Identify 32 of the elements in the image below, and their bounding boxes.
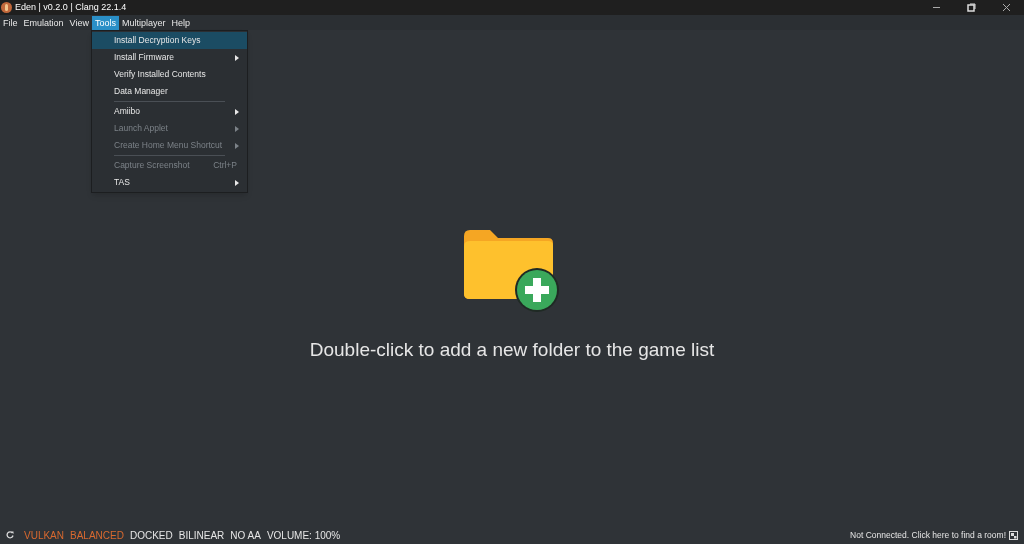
app-logo-icon bbox=[1, 2, 12, 13]
window-title: Eden | v0.2.0 | Clang 22.1.4 bbox=[15, 0, 127, 14]
close-icon[interactable] bbox=[1002, 3, 1011, 12]
submenu-arrow-icon bbox=[235, 125, 239, 132]
network-status[interactable]: Not Connected. Click here to find a room! bbox=[850, 528, 1006, 542]
dropdown-item[interactable]: Amiibo bbox=[92, 103, 247, 120]
status-indicator[interactable]: DOCKED bbox=[129, 527, 173, 543]
empty-list-message: Double-click to add a new folder to the game list bbox=[309, 337, 715, 362]
add-folder-icon bbox=[464, 227, 560, 312]
submenu-arrow-icon bbox=[235, 179, 239, 186]
restore-icon[interactable] bbox=[967, 3, 976, 12]
dropdown-item[interactable]: Install Decryption Keys bbox=[92, 32, 247, 49]
menu-item[interactable]: File bbox=[0, 15, 21, 30]
status-indicator[interactable]: NO AA bbox=[230, 527, 261, 543]
submenu-arrow-icon bbox=[235, 108, 239, 115]
status-indicator[interactable]: VULKAN bbox=[24, 527, 64, 543]
menu-item[interactable]: Tools bbox=[91, 15, 119, 30]
dropdown-item[interactable]: TAS bbox=[92, 174, 247, 191]
menu-item[interactable]: Emulation bbox=[20, 15, 67, 30]
dropdown-item[interactable]: Data Manager bbox=[92, 83, 247, 100]
submenu-arrow-icon bbox=[235, 142, 239, 149]
menu-item[interactable]: Multiplayer bbox=[118, 15, 169, 30]
menu-item[interactable]: Help bbox=[168, 15, 193, 30]
submenu-arrow-icon bbox=[235, 54, 239, 61]
status-indicator[interactable]: BALANCED bbox=[70, 527, 124, 543]
status-indicator[interactable]: BILINEAR bbox=[178, 527, 225, 543]
status-indicator[interactable]: VOLUME: 100% bbox=[266, 527, 341, 543]
dropdown-item[interactable]: Verify Installed Contents bbox=[92, 66, 247, 83]
network-icon[interactable] bbox=[1009, 530, 1018, 540]
dropdown-item[interactable]: Install Firmware bbox=[92, 49, 247, 66]
menu-item[interactable]: View bbox=[66, 15, 92, 30]
refresh-icon[interactable] bbox=[6, 531, 14, 539]
